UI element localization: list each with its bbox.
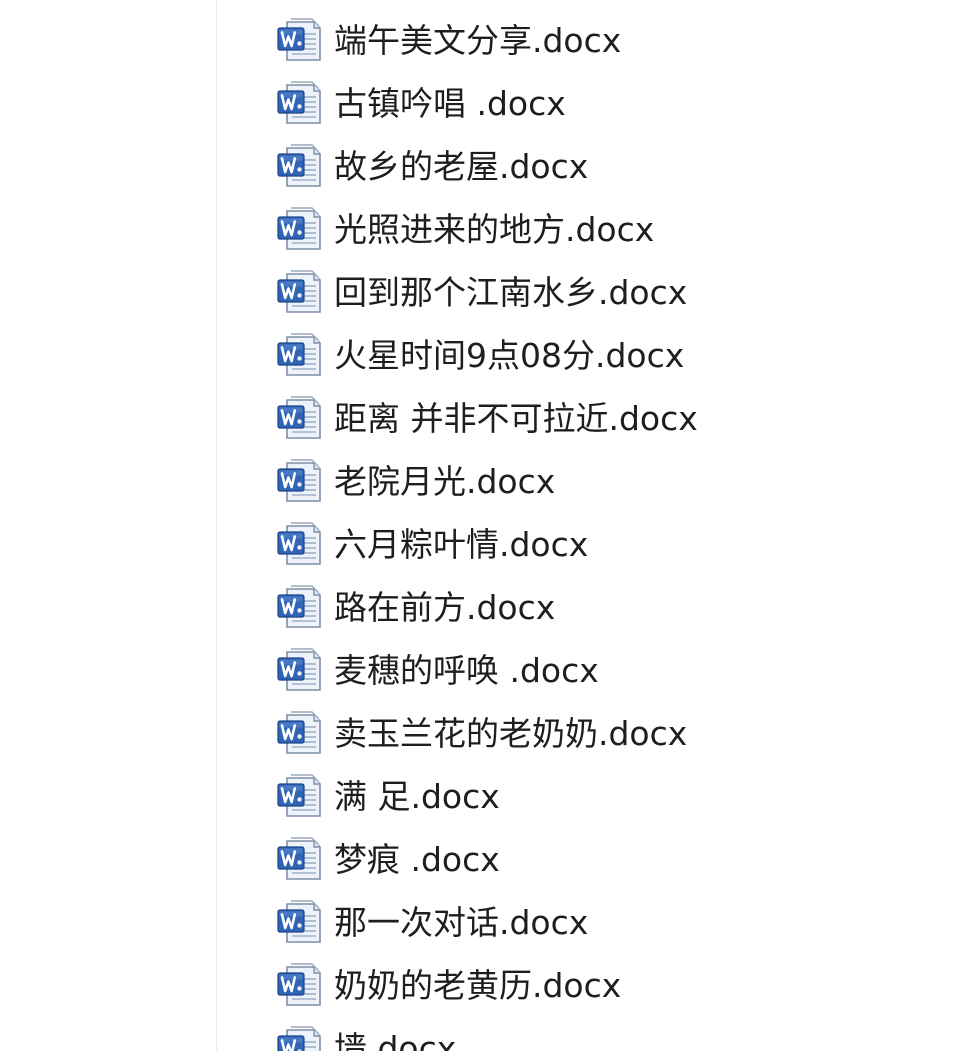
file-name: 端午美文分享.docx — [334, 21, 622, 60]
word-document-icon — [274, 142, 324, 192]
file-item[interactable]: 奶奶的老黄历.docx — [274, 954, 698, 1017]
file-item[interactable]: 六月粽叶情.docx — [274, 513, 698, 576]
file-item[interactable]: 端午美文分享.docx — [274, 9, 698, 72]
word-document-icon — [274, 16, 324, 66]
file-name: 卖玉兰花的老奶奶.docx — [334, 714, 688, 753]
file-item[interactable]: 古镇吟唱 .docx — [274, 72, 698, 135]
file-item[interactable]: 卖玉兰花的老奶奶.docx — [274, 702, 698, 765]
file-name: 墙.docx — [334, 1029, 457, 1051]
word-document-icon — [274, 1024, 324, 1051]
file-name: 光照进来的地方.docx — [334, 210, 655, 249]
word-document-icon — [274, 457, 324, 507]
file-name: 路在前方.docx — [334, 588, 556, 627]
file-item[interactable]: 距离 并非不可拉近.docx — [274, 387, 698, 450]
file-name: 满 足.docx — [334, 777, 500, 816]
word-document-icon — [274, 79, 324, 129]
file-item[interactable]: 墙.docx — [274, 1017, 698, 1051]
file-name: 奶奶的老黄历.docx — [334, 966, 622, 1005]
file-name: 六月粽叶情.docx — [334, 525, 589, 564]
file-item[interactable]: 梦痕 .docx — [274, 828, 698, 891]
file-item[interactable]: 路在前方.docx — [274, 576, 698, 639]
word-document-icon — [274, 520, 324, 570]
file-name: 回到那个江南水乡.docx — [334, 273, 688, 312]
file-item[interactable]: 光照进来的地方.docx — [274, 198, 698, 261]
file-item[interactable]: 老院月光.docx — [274, 450, 698, 513]
file-name: 火星时间9点08分.docx — [334, 336, 685, 375]
file-item[interactable]: 回到那个江南水乡.docx — [274, 261, 698, 324]
word-document-icon — [274, 835, 324, 885]
word-document-icon — [274, 331, 324, 381]
file-name: 梦痕 .docx — [334, 840, 500, 879]
word-document-icon — [274, 709, 324, 759]
file-name: 老院月光.docx — [334, 462, 556, 501]
file-item[interactable]: 满 足.docx — [274, 765, 698, 828]
file-item[interactable]: 那一次对话.docx — [274, 891, 698, 954]
word-document-icon — [274, 268, 324, 318]
file-list: 端午美文分享.docx 古镇吟唱 .docx 故乡的老屋.docx 光照进来的地… — [274, 9, 698, 1051]
file-item[interactable]: 故乡的老屋.docx — [274, 135, 698, 198]
word-document-icon — [274, 898, 324, 948]
word-document-icon — [274, 646, 324, 696]
word-document-icon — [274, 205, 324, 255]
file-name: 古镇吟唱 .docx — [334, 84, 566, 123]
file-name: 故乡的老屋.docx — [334, 147, 589, 186]
file-item[interactable]: 麦穗的呼唤 .docx — [274, 639, 698, 702]
file-item[interactable]: 火星时间9点08分.docx — [274, 324, 698, 387]
pane-divider — [216, 0, 217, 1051]
file-name: 那一次对话.docx — [334, 903, 589, 942]
word-document-icon — [274, 961, 324, 1011]
word-document-icon — [274, 772, 324, 822]
word-document-icon — [274, 583, 324, 633]
file-name: 距离 并非不可拉近.docx — [334, 399, 698, 438]
file-name: 麦穗的呼唤 .docx — [334, 651, 599, 690]
word-document-icon — [274, 394, 324, 444]
